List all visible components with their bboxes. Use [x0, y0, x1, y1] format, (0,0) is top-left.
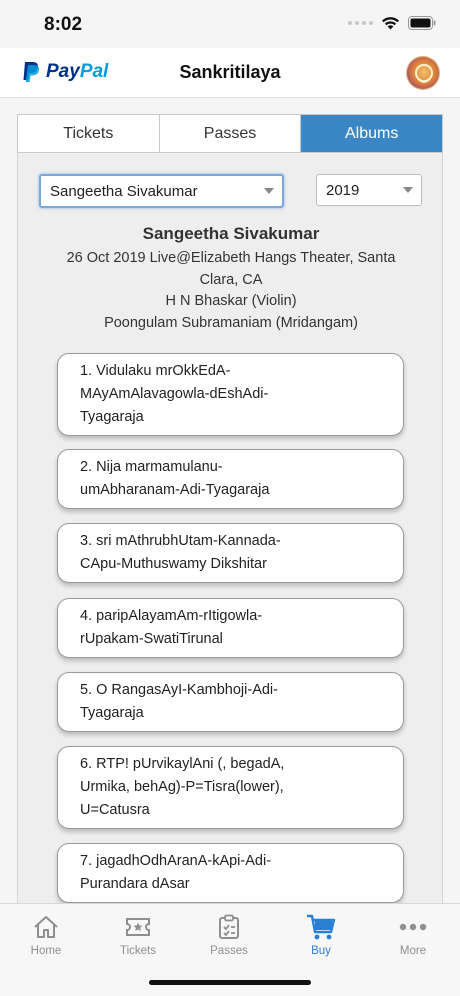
track-title-line: Tyagaraja: [80, 705, 144, 721]
track-item[interactable]: 7. jagadhOdhAranA-kApi-Adi- Purandara dA…: [57, 843, 404, 903]
nav-more[interactable]: More: [383, 912, 443, 957]
battery-icon: [408, 16, 436, 30]
nav-passes-label: Passes: [210, 945, 248, 957]
tab-albums[interactable]: Albums: [301, 115, 443, 152]
wifi-icon: [382, 17, 399, 30]
track-title-line: 4. paripAlayamAm-rItigowla-: [80, 608, 263, 624]
nav-home-label: Home: [30, 945, 62, 957]
album-info: Sangeetha Sivakumar 26 Oct 2019 Live@Eli…: [28, 224, 434, 334]
track-title-line: MAyAmAlavagowla-dEshAdi-: [80, 386, 269, 402]
track-item[interactable]: 6. RTP! pUrvikaylAni (, begadA, Urmika, …: [57, 746, 404, 829]
more-icon: [399, 923, 427, 931]
nav-tickets-label: Tickets: [120, 945, 156, 957]
chevron-down-icon: [264, 188, 274, 194]
status-time: 8:02: [44, 14, 83, 35]
home-indicator[interactable]: [149, 980, 311, 985]
tab-passes[interactable]: Passes: [160, 115, 302, 152]
year-select[interactable]: 2019: [316, 174, 422, 206]
track-item[interactable]: 1. Vidulaku mrOkkEdA- MAyAmAlavagowla-dE…: [57, 353, 404, 436]
artist-select[interactable]: Sangeetha Sivakumar: [39, 174, 284, 208]
album-detail-line: 26 Oct 2019 Live@Elizabeth Hangs Theater…: [66, 250, 396, 266]
ticket-icon: [126, 918, 150, 936]
album-detail-line: Clara, CA: [199, 271, 263, 288]
track-title-line: Tyagaraja: [80, 409, 144, 425]
track-title-line: 3. sri mAthrubhUtam-Kannada-: [80, 533, 281, 549]
home-icon: [34, 916, 58, 938]
track-item[interactable]: 3. sri mAthrubhUtam-Kannada- CApu-Muthus…: [57, 523, 404, 583]
chevron-down-icon: [403, 187, 413, 193]
clipboard-icon: [219, 914, 239, 939]
track-title-line: Purandara dAsar: [80, 876, 190, 892]
signal-dots-icon: [348, 21, 373, 25]
track-title-line: 1. Vidulaku mrOkkEdA-: [80, 363, 231, 379]
track-item[interactable]: 5. O RangasAyI-Kambhoji-Adi- Tyagaraja: [57, 672, 404, 732]
track-title-line: U=Catusra: [80, 802, 150, 818]
track-title-line: CApu-Muthuswamy Dikshitar: [80, 556, 267, 572]
cart-icon: [307, 914, 336, 940]
status-bar: 8:02: [0, 0, 460, 48]
track-title-line: 5. O RangasAyI-Kambhoji-Adi-: [80, 682, 278, 698]
album-detail-line: Poongulam Subramaniam (Mridangam): [104, 314, 358, 331]
track-item[interactable]: 2. Nija marmamulanu- umAbharanam-Adi-Tya…: [57, 449, 404, 509]
track-title-line: 6. RTP! pUrvikaylAni (, begadA,: [80, 756, 285, 772]
page-title: Sankritilaya: [179, 62, 281, 82]
track-title-line: rUpakam-SwatiTirunal: [80, 631, 223, 647]
nav-buy-label: Buy: [311, 945, 331, 957]
nav-passes[interactable]: Passes: [199, 912, 259, 957]
track-title-line: 2. Nija marmamulanu-: [80, 459, 223, 475]
year-select-value: 2019: [326, 181, 360, 199]
app-header: PayPal Sankritilaya: [0, 48, 460, 98]
nav-home[interactable]: Home: [16, 912, 76, 957]
segment-tabs: Tickets Passes Albums: [17, 114, 443, 153]
track-title-line: 7. jagadhOdhAranA-kApi-Adi-: [80, 853, 272, 869]
nav-buy[interactable]: Buy: [291, 912, 351, 957]
album-detail-line: H N Bhaskar (Violin): [165, 293, 297, 309]
status-icons: [348, 16, 436, 30]
artist-select-value: Sangeetha Sivakumar: [50, 182, 198, 200]
album-artist: Sangeetha Sivakumar: [142, 224, 320, 243]
avatar[interactable]: [406, 56, 440, 90]
track-title-line: Urmika, behAg)-P=Tisra(lower),: [80, 779, 284, 795]
profile-avatar-icon: [407, 57, 439, 89]
track-title-line: umAbharanam-Adi-Tyagaraja: [80, 482, 270, 498]
track-item[interactable]: 4. paripAlayamAm-rItigowla- rUpakam-Swat…: [57, 598, 404, 658]
tab-tickets[interactable]: Tickets: [18, 115, 160, 152]
nav-more-label: More: [399, 945, 427, 957]
albums-panel[interactable]: Sangeetha Sivakumar 2019 Sangeetha Sivak…: [17, 153, 443, 913]
nav-tickets[interactable]: Tickets: [108, 912, 168, 957]
